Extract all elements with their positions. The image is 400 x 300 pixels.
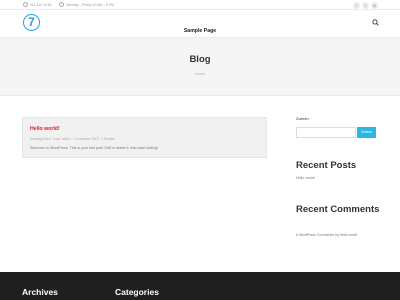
post-card: Hello world! Uncategorized · Door: admin…: [22, 117, 267, 158]
recent-comment-link[interactable]: A WordPress Commenter bij Hello world!: [296, 233, 357, 237]
post-meta: Uncategorized · Door: admin · 3 november…: [30, 137, 115, 141]
nav-item-sample-page[interactable]: Sample Page: [184, 28, 216, 34]
search-input[interactable]: [296, 127, 356, 138]
phone-icon: [23, 2, 28, 7]
footer-categories-heading: Categories: [115, 287, 159, 297]
recent-comments-heading: Recent Comments: [296, 204, 380, 215]
site-footer: Archives Categories: [0, 272, 400, 300]
social-links: f t ◎: [353, 1, 378, 9]
twitter-icon[interactable]: t: [362, 1, 369, 9]
page-title: Blog: [189, 54, 211, 65]
search-button[interactable]: Zoeken: [357, 127, 376, 138]
recent-post-link[interactable]: Hello world!: [296, 176, 315, 180]
hours-item: Monday – Friday 10 AM – 8 PM: [59, 2, 114, 7]
breadcrumb[interactable]: Home: [0, 72, 400, 76]
footer-archives-heading: Archives: [22, 287, 58, 297]
instagram-icon[interactable]: ◎: [371, 1, 378, 9]
post-excerpt: Welcome to WordPress. This is your first…: [30, 146, 158, 150]
phone-item: 011 322 44 56: [23, 2, 51, 7]
recent-posts-heading: Recent Posts: [296, 160, 357, 171]
main-nav: Sample Page: [0, 19, 400, 37]
top-bar: 011 322 44 56 Monday – Friday 10 AM – 8 …: [0, 0, 400, 10]
phone-text: 011 322 44 56: [30, 2, 52, 7]
search-icon[interactable]: [372, 19, 379, 26]
post-title[interactable]: Hello world!: [30, 126, 60, 132]
page-title-area: Blog Home: [0, 38, 400, 96]
contact-info: 011 322 44 56 Monday – Friday 10 AM – 8 …: [23, 2, 114, 7]
hours-text: Monday – Friday 10 AM – 8 PM: [66, 2, 114, 7]
site-header: 7 Sample Page: [0, 10, 400, 38]
clock-icon: [59, 2, 65, 7]
search-label: Zoeken: [296, 117, 309, 121]
facebook-icon[interactable]: f: [353, 1, 360, 9]
